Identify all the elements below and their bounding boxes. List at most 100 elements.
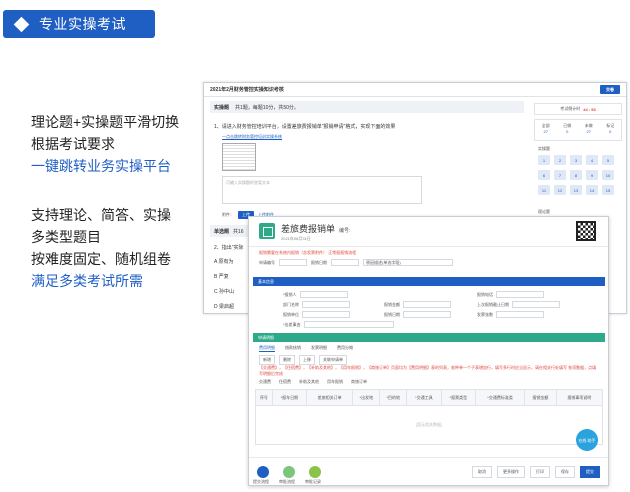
countdown-timer: 考试倒计时 44 : 53 [534,103,622,115]
subtab[interactable]: 补助及其他 [299,379,319,385]
question-nav-item[interactable]: 2 [554,155,566,165]
question-nav-item[interactable]: 13 [570,185,582,195]
form-top-row: 申请编号 报销日期 原因描述(单选字段) [259,259,453,266]
field: 报销日期 [384,311,451,318]
field-label: 上次报销截止日期 [477,301,509,307]
move-up-button[interactable]: 上移 [299,355,315,365]
question-nav-item[interactable]: 9 [586,170,598,180]
stat-todo[interactable]: 未做 27 [585,123,593,140]
field: 上次报销截止日期 [477,301,560,308]
question-text-2: 2、指出"实际 [214,245,244,251]
subtab[interactable]: 住宿费 [279,379,291,385]
question-nav-item[interactable]: 4 [586,155,598,165]
tab-share[interactable]: 费用分摊 [337,345,353,352]
cancel-button[interactable]: 取消 [472,465,492,478]
field-input[interactable] [403,301,451,308]
field-label: *出差事由 [283,321,301,327]
subtab[interactable]: 商旅订单 [351,379,367,385]
field-input[interactable] [496,311,544,318]
detail-subtabs: 交通费 住宿费 补助及其他 用车报销 商旅订单 [259,379,367,385]
submit-flow-icon[interactable]: 提交流程 [253,465,269,484]
field-input[interactable] [496,291,544,298]
column-header: *报车日期 [271,389,308,406]
field-label: 部门名称 [283,301,299,307]
subtab[interactable]: 用车报销 [327,379,343,385]
column-header: 报销金额 [524,389,557,406]
question-nav-item[interactable]: 7 [554,170,566,180]
field-input[interactable] [302,311,350,318]
field-input[interactable] [403,311,451,318]
add-button[interactable]: 新增 [259,355,275,365]
form-footer: 提交流程 审批流程 审批记录 取消 更多操作 打印 保存 提交 [249,457,608,485]
delete-button[interactable]: 删除 [279,355,295,365]
question-nav-grid: 1 2 3 4 5 6 7 8 9 10 11 12 13 14 15 [538,155,618,195]
form-title-text: 差旅费报销单 [281,224,336,234]
timer-label: 考试倒计时 [560,106,581,111]
detail-bar[interactable]: 申请明细 [253,333,605,342]
tab-expense-detail[interactable]: 费用明细 [259,345,275,352]
field: 部门名称 [283,301,350,308]
field-input[interactable] [303,321,394,328]
icon-label: 审批记录 [305,478,321,484]
empty-table-message: (暂无相关数据) [255,405,603,445]
column-header: 差旅相关订单 [306,389,354,406]
field-input[interactable] [512,301,560,308]
column-header: *交通费标准类 [474,389,526,406]
option-d[interactable]: D 梁启超 [214,303,234,310]
field: *出差事由 [283,321,394,328]
question-nav-item[interactable]: 12 [554,185,566,195]
approval-record-icon[interactable]: 审批记录 [305,465,321,484]
question-nav-item[interactable]: 15 [602,185,614,195]
detail-toolbar: 新增 删除 上移 关联申请单 [259,355,347,365]
question-nav-item[interactable]: 14 [586,185,598,195]
stat-marked[interactable]: 标记 0 [606,123,614,140]
question-nav-item[interactable]: 3 [570,155,582,165]
feature-line: 支持理论、简答、实操 [31,207,171,223]
field-label: 报销单位 [283,311,299,317]
column-header: *交通工具 [406,389,442,406]
submit-button[interactable]: 提交 [580,465,600,478]
stat-all[interactable]: 全部 27 [542,123,550,140]
question-nav-item[interactable]: 8 [570,170,582,180]
feature-text-2: 支持理论、简答、实操 多类型题目 按难度固定、随机组卷 满足多类考试所需 [31,204,171,292]
field: 发票张数 [477,311,544,318]
stat-done[interactable]: 已做 0 [563,123,571,140]
field-input[interactable] [302,301,350,308]
approval-flow-icon[interactable]: 审批流程 [279,465,295,484]
option-b[interactable]: B 严复 [214,273,229,280]
online-help-button[interactable]: 在线 助手 [576,429,598,451]
field: 报销金额 [384,301,451,308]
question-nav-item[interactable]: 10 [602,170,614,180]
apply-no-input[interactable] [279,259,307,266]
option-c[interactable]: C 孙中山 [214,288,234,295]
field-input[interactable] [299,291,348,298]
basic-info-bar[interactable]: 基本信息 [253,277,605,286]
print-button[interactable]: 打印 [530,465,550,478]
subtab[interactable]: 交通费 [259,379,271,385]
question-nav-item[interactable]: 11 [538,185,550,195]
stat-count: 27 [543,129,548,134]
root: 专业实操考试 理论题+实操题平滑切换 根据考试要求 一键跳转业务实操平台 支持理… [0,0,630,492]
field-label: 报销日期 [311,259,327,265]
detail-warning: 【交通费】，【住宿费】，【补助及其他】，【用车报销】，【商旅订单】页面均为【费用… [259,365,597,376]
feature-line: 理论题+实操题平滑切换 [31,114,180,130]
tab-invoice[interactable]: 发票明细 [311,345,327,352]
section-label: 实操题 [214,104,230,111]
feature-line-highlight: 满足多类考试所需 [31,273,143,289]
more-actions-button[interactable]: 更多操作 [497,465,525,478]
question-nav-item[interactable]: 1 [538,155,550,165]
reason-input[interactable]: 原因描述(单选字段) [363,259,453,266]
question-nav-item[interactable]: 5 [602,155,614,165]
option-a[interactable]: A 原有为 [214,258,233,265]
link-request-button[interactable]: 关联申请单 [319,355,347,365]
tab-loan[interactable]: 借款核销 [285,345,301,352]
answer-textarea[interactable]: 可输入实操题的答案文本 [222,176,422,204]
expense-form-window: 差旅费报销单 编号: 2021年08月31日 报销需要在系统内报销（含发票附件） … [248,216,609,486]
submit-exam-button[interactable]: 交卷 [600,85,620,94]
question-nav-item[interactable]: 6 [538,170,550,180]
date-input[interactable] [331,259,359,266]
attach-label: 附件： [222,212,234,217]
stat-count: 0 [609,129,612,134]
save-button[interactable]: 保存 [555,465,575,478]
jump-link[interactable]: 一点击跳转财务管控培训实操系统 [222,134,282,140]
